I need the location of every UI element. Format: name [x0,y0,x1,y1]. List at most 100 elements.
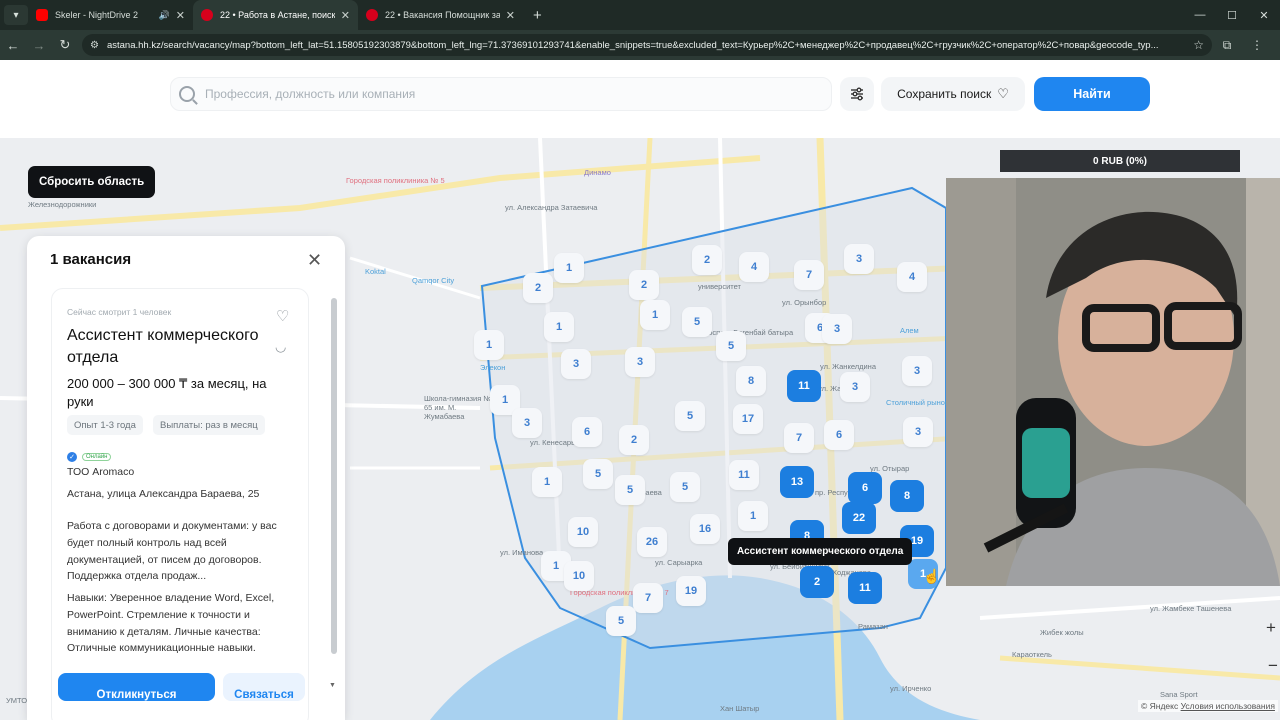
close-tab-icon[interactable]: ✕ [506,9,515,22]
close-tab-icon[interactable]: ✕ [176,9,185,22]
terms-link[interactable]: Условия использования [1181,701,1275,711]
company-address: Астана, улица Александра Бараева, 25 [67,488,260,500]
map-cluster[interactable]: 5 [670,472,700,502]
map-cluster[interactable]: 1 [532,467,562,497]
map-cluster[interactable]: 7 [784,423,814,453]
favorite-heart-icon[interactable]: ♡ [276,307,289,325]
close-icon[interactable]: ✕ [307,250,322,271]
map-cluster[interactable]: 1 [640,300,670,330]
contact-button[interactable]: Связаться [223,673,305,701]
map-cluster[interactable]: 5 [606,606,636,636]
vacancy-title[interactable]: Ассистент коммерческого отдела [67,325,267,370]
zoom-in-button[interactable]: + [1266,618,1276,638]
map-cluster[interactable]: 5 [583,459,613,489]
map-cluster[interactable]: 3 [561,349,591,379]
map-cluster[interactable]: 2 [800,566,834,598]
address-bar: ← → ↻ ⚙ astana.hh.kz/search/vacancy/map?… [0,30,1280,60]
poi-label: Динамо [584,168,611,177]
map-cluster[interactable]: 5 [615,475,645,505]
tab-title: Skeler - NightDrive 2 [55,10,139,20]
viewing-count: Сейчас смотрит 1 человек [67,307,172,317]
new-tab-button[interactable]: + [533,7,542,24]
panel-scrollbar[interactable] [331,298,337,654]
map-cluster[interactable]: 6 [848,472,882,504]
audio-icon[interactable]: 🔊 [159,10,170,21]
map-cluster[interactable]: 6 [572,417,602,447]
map-cluster[interactable]: 3 [902,356,932,386]
map-cluster[interactable]: 26 [637,527,667,557]
map-cluster[interactable]: 1 [554,253,584,283]
map-cluster[interactable]: 10 [568,517,598,547]
map-cluster[interactable]: 11 [848,572,882,604]
url-field[interactable]: ⚙ astana.hh.kz/search/vacancy/map?bottom… [82,34,1212,56]
map-cluster[interactable]: 2 [523,273,553,303]
experience-badge: Опыт 1-3 года [67,415,143,435]
vacancy-map[interactable]: Городская поликлиника № 5 Динамо ул. Але… [0,138,1280,720]
map-cluster[interactable]: 7 [633,583,663,613]
save-search-button[interactable]: Сохранить поиск ♡ [881,77,1025,111]
map-cluster[interactable]: 3 [822,314,852,344]
extensions-icon[interactable]: ⧉ [1212,38,1242,53]
apply-button[interactable]: Откликнуться [58,673,215,701]
maximize-icon[interactable]: ☐ [1216,9,1248,22]
map-cluster[interactable]: 3 [625,347,655,377]
map-cluster[interactable]: 1 [544,312,574,342]
site-info-icon[interactable]: ⚙ [90,40,99,51]
map-cluster[interactable]: 2 [692,245,722,275]
map-cluster[interactable]: 3 [840,372,870,402]
map-cluster[interactable]: 8 [890,480,924,512]
forward-icon[interactable]: → [26,38,52,53]
close-window-icon[interactable]: ✕ [1248,9,1280,22]
map-cluster[interactable]: 22 [842,502,876,534]
map-cluster[interactable]: 1 [474,330,504,360]
tab-search-button[interactable]: ▾ [4,5,28,25]
map-cluster[interactable]: 5 [682,307,712,337]
close-tab-icon[interactable]: ✕ [341,9,350,22]
vacancy-card[interactable]: Сейчас смотрит 1 человек ♡ ◡ Ассистент к… [51,288,309,720]
poi-label: ул. Кенесары [530,438,577,447]
map-cluster[interactable]: 8 [736,366,766,396]
map-cluster[interactable]: 1 [738,501,768,531]
search-box[interactable] [170,77,832,111]
company-name[interactable]: ТОО Aromaco [67,466,134,478]
back-icon[interactable]: ← [0,38,26,53]
map-cluster[interactable]: 3 [903,417,933,447]
filter-sliders-icon [851,87,863,101]
map-cluster[interactable]: 4 [739,252,769,282]
tab-hh-search[interactable]: 22 • Работа в Астане, поиск п ✕ [193,0,358,30]
map-cluster[interactable]: 17 [733,404,763,434]
map-cluster[interactable]: 4 [897,262,927,292]
map-cluster[interactable]: 5 [675,401,705,431]
map-cluster[interactable]: 5 [716,331,746,361]
map-cluster[interactable]: 2 [629,270,659,300]
poi-label: ул. Сарыарка [655,558,703,567]
map-cluster[interactable]: 3 [844,244,874,274]
map-cluster[interactable]: 2 [619,425,649,455]
map-cluster[interactable]: 11 [787,370,821,402]
zoom-out-button[interactable]: − [1268,656,1278,676]
reset-area-button[interactable]: Сбросить область [28,166,156,198]
map-cluster[interactable]: 11 [729,460,759,490]
browser-menu-icon[interactable]: ⋮ [1242,38,1272,52]
tab-youtube[interactable]: Skeler - NightDrive 2 🔊 ✕ [28,0,193,30]
poi-label: Sana Sport [1160,690,1198,699]
minimize-icon[interactable]: — [1184,9,1216,21]
poi-label: Элекон [480,363,506,372]
map-cluster[interactable]: 3 [512,408,542,438]
scroll-down-icon[interactable]: ▼ [329,682,336,689]
window-controls: — ☐ ✕ [1184,0,1280,30]
tab-hh-vacancy[interactable]: 22 • Вакансия Помощник зам ✕ [358,0,523,30]
map-cluster[interactable]: 13 [780,466,814,498]
poi-label: ул. Ирченко [890,684,932,693]
filters-button[interactable] [840,77,874,111]
map-cluster[interactable]: 6 [824,420,854,450]
map-cluster[interactable]: 16 [690,514,720,544]
map-cluster[interactable]: 10 [564,561,594,591]
map-cluster[interactable]: 19 [676,576,706,606]
reload-icon[interactable]: ↻ [52,37,78,53]
find-button[interactable]: Найти [1034,77,1150,111]
map-cluster[interactable]: 7 [794,260,824,290]
bookmark-star-icon[interactable]: ☆ [1193,38,1204,52]
hide-eye-icon[interactable]: ◡ [275,339,286,355]
search-input[interactable] [205,87,831,101]
